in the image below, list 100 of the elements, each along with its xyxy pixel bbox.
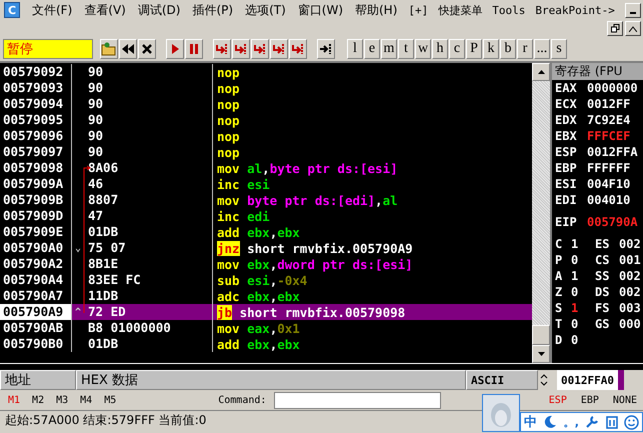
register-name: EBP: [555, 161, 578, 175]
flag-name: S: [555, 301, 564, 315]
wrench-icon[interactable]: [585, 415, 600, 429]
rewind-icon[interactable]: [119, 39, 137, 59]
input-mode-toggle[interactable]: 中: [524, 413, 538, 431]
column-header[interactable]: 地址: [0, 370, 76, 390]
scroll-down-button[interactable]: [532, 345, 550, 363]
address-cell: 0057909E: [0, 224, 72, 240]
restore-button[interactable]: [607, 21, 623, 36]
hex-cell: 90: [84, 96, 213, 112]
segment-value: 000: [619, 317, 641, 331]
segment-name: FS: [595, 301, 610, 315]
menu-item[interactable]: 选项(T): [239, 2, 292, 18]
hex-cell: 90: [84, 64, 213, 80]
hex-cell: 75 07: [84, 240, 213, 256]
menu-item[interactable]: BreakPoint->: [530, 4, 620, 16]
flag-value: 1: [571, 237, 580, 251]
window-letter-button[interactable]: l: [347, 39, 363, 59]
clipboard-icon[interactable]: [606, 415, 618, 429]
column-header[interactable]: HEX 数据: [76, 370, 466, 390]
memory-tab[interactable]: M5: [104, 394, 116, 406]
window-letter-button[interactable]: b: [500, 39, 516, 59]
moon-icon[interactable]: [543, 415, 558, 429]
window-letter-button[interactable]: w: [415, 39, 431, 59]
segment-value: 003: [619, 301, 641, 315]
instruction-cell-text: nop: [216, 96, 240, 112]
pause-icon[interactable]: [185, 39, 203, 59]
smiley-icon[interactable]: [624, 414, 639, 430]
flag-value: 0: [571, 285, 580, 299]
menu-item[interactable]: 文件(F): [26, 2, 78, 18]
menu-item[interactable]: 快捷菜单: [433, 2, 488, 18]
register-name: EBX: [555, 129, 578, 143]
minimize-button[interactable]: [625, 2, 641, 18]
caret-up-icon: [629, 26, 637, 32]
window-letter-button[interactable]: m: [381, 39, 397, 59]
stack-mode-tab[interactable]: NONE: [612, 394, 637, 406]
instruction-cell-text: mov al,byte ptr ds:[esi]: [216, 160, 398, 176]
hex-cell: 47: [84, 208, 213, 224]
hex-cell: B8 01000000: [84, 320, 213, 336]
jump-marker: ⌄: [74, 242, 82, 254]
window-letter-button[interactable]: h: [432, 39, 448, 59]
window-letter-button[interactable]: k: [483, 39, 499, 59]
memory-tab[interactable]: M3: [56, 394, 68, 406]
memory-tab[interactable]: M4: [80, 394, 92, 406]
menu-item[interactable]: 帮助(H): [349, 2, 404, 18]
window-letter-button[interactable]: t: [398, 39, 414, 59]
menu-item[interactable]: Tools: [487, 4, 530, 16]
stack-mode-tab[interactable]: EBP: [580, 394, 599, 406]
instruction-cell-text: nop: [216, 80, 240, 96]
menu-item[interactable]: 调试(D): [132, 2, 186, 18]
instruction-cell-text: inc edi: [216, 208, 270, 224]
hex-cell: 8807: [84, 192, 213, 208]
segment-value: 002: [619, 269, 641, 283]
window-letter-button[interactable]: r: [517, 39, 533, 59]
address-cell: 005790A0: [0, 240, 72, 256]
register-name: ECX: [555, 97, 578, 111]
hex-cell: 8B1E: [84, 256, 213, 272]
memory-tab[interactable]: M2: [32, 394, 44, 406]
register-name: EDX: [555, 113, 578, 127]
splitter-bar[interactable]: [0, 363, 643, 370]
command-field[interactable]: [274, 392, 442, 408]
scroll-up-button[interactable]: [532, 63, 550, 81]
window-letter-button[interactable]: P: [466, 39, 482, 59]
open-icon[interactable]: [100, 39, 118, 59]
instruction-cell-text: nop: [216, 128, 240, 144]
hex-cell: 72 ED: [84, 304, 213, 320]
status-indicator: 暂停: [3, 39, 93, 59]
hex-cell: 90: [84, 144, 213, 160]
menu-item[interactable]: 查看(V): [78, 2, 132, 18]
instruction-cell-text: add ebx,ebx: [216, 224, 300, 240]
punctuation-toggle[interactable]: 。,: [564, 414, 579, 430]
up-arrow-icon: [538, 70, 544, 74]
menu-item[interactable]: 插件(P): [186, 2, 240, 18]
column-header[interactable]: ASCII: [466, 370, 538, 390]
menu-item[interactable]: 窗口(W): [292, 2, 349, 18]
instruction-cell-text: jnz short rmvbfix.005790A9: [216, 240, 413, 256]
maximize-button[interactable]: [625, 21, 641, 36]
window-letter-button[interactable]: s: [551, 39, 567, 59]
segment-name: SS: [595, 269, 610, 283]
window-letter-button[interactable]: e: [364, 39, 380, 59]
register-value: 0012FFA: [587, 145, 638, 159]
register-value: FFFCEF: [587, 129, 630, 143]
scroll-thumb[interactable]: [532, 325, 550, 345]
register-value: 0000000: [587, 81, 638, 95]
hex-cell: 90: [84, 112, 213, 128]
address-cell: 0057909D: [0, 208, 72, 224]
flag-name: Z: [555, 285, 564, 299]
register-value: 7C92E4: [587, 113, 630, 127]
play-icon[interactable]: [166, 39, 184, 59]
address-cell: 005790A9: [0, 304, 72, 320]
register-value: 005790A: [587, 215, 638, 229]
menu-item[interactable]: [+]: [403, 4, 434, 16]
address-cell: 00579097: [0, 144, 72, 160]
address-cell: 00579095: [0, 112, 72, 128]
segment-name: CS: [595, 253, 610, 267]
window-letter-button[interactable]: c: [449, 39, 465, 59]
flag-value: 0: [571, 253, 580, 267]
close-icon[interactable]: [138, 39, 156, 59]
window-letter-button[interactable]: ...: [534, 39, 550, 59]
stack-address: 0012FFA0: [557, 370, 624, 390]
